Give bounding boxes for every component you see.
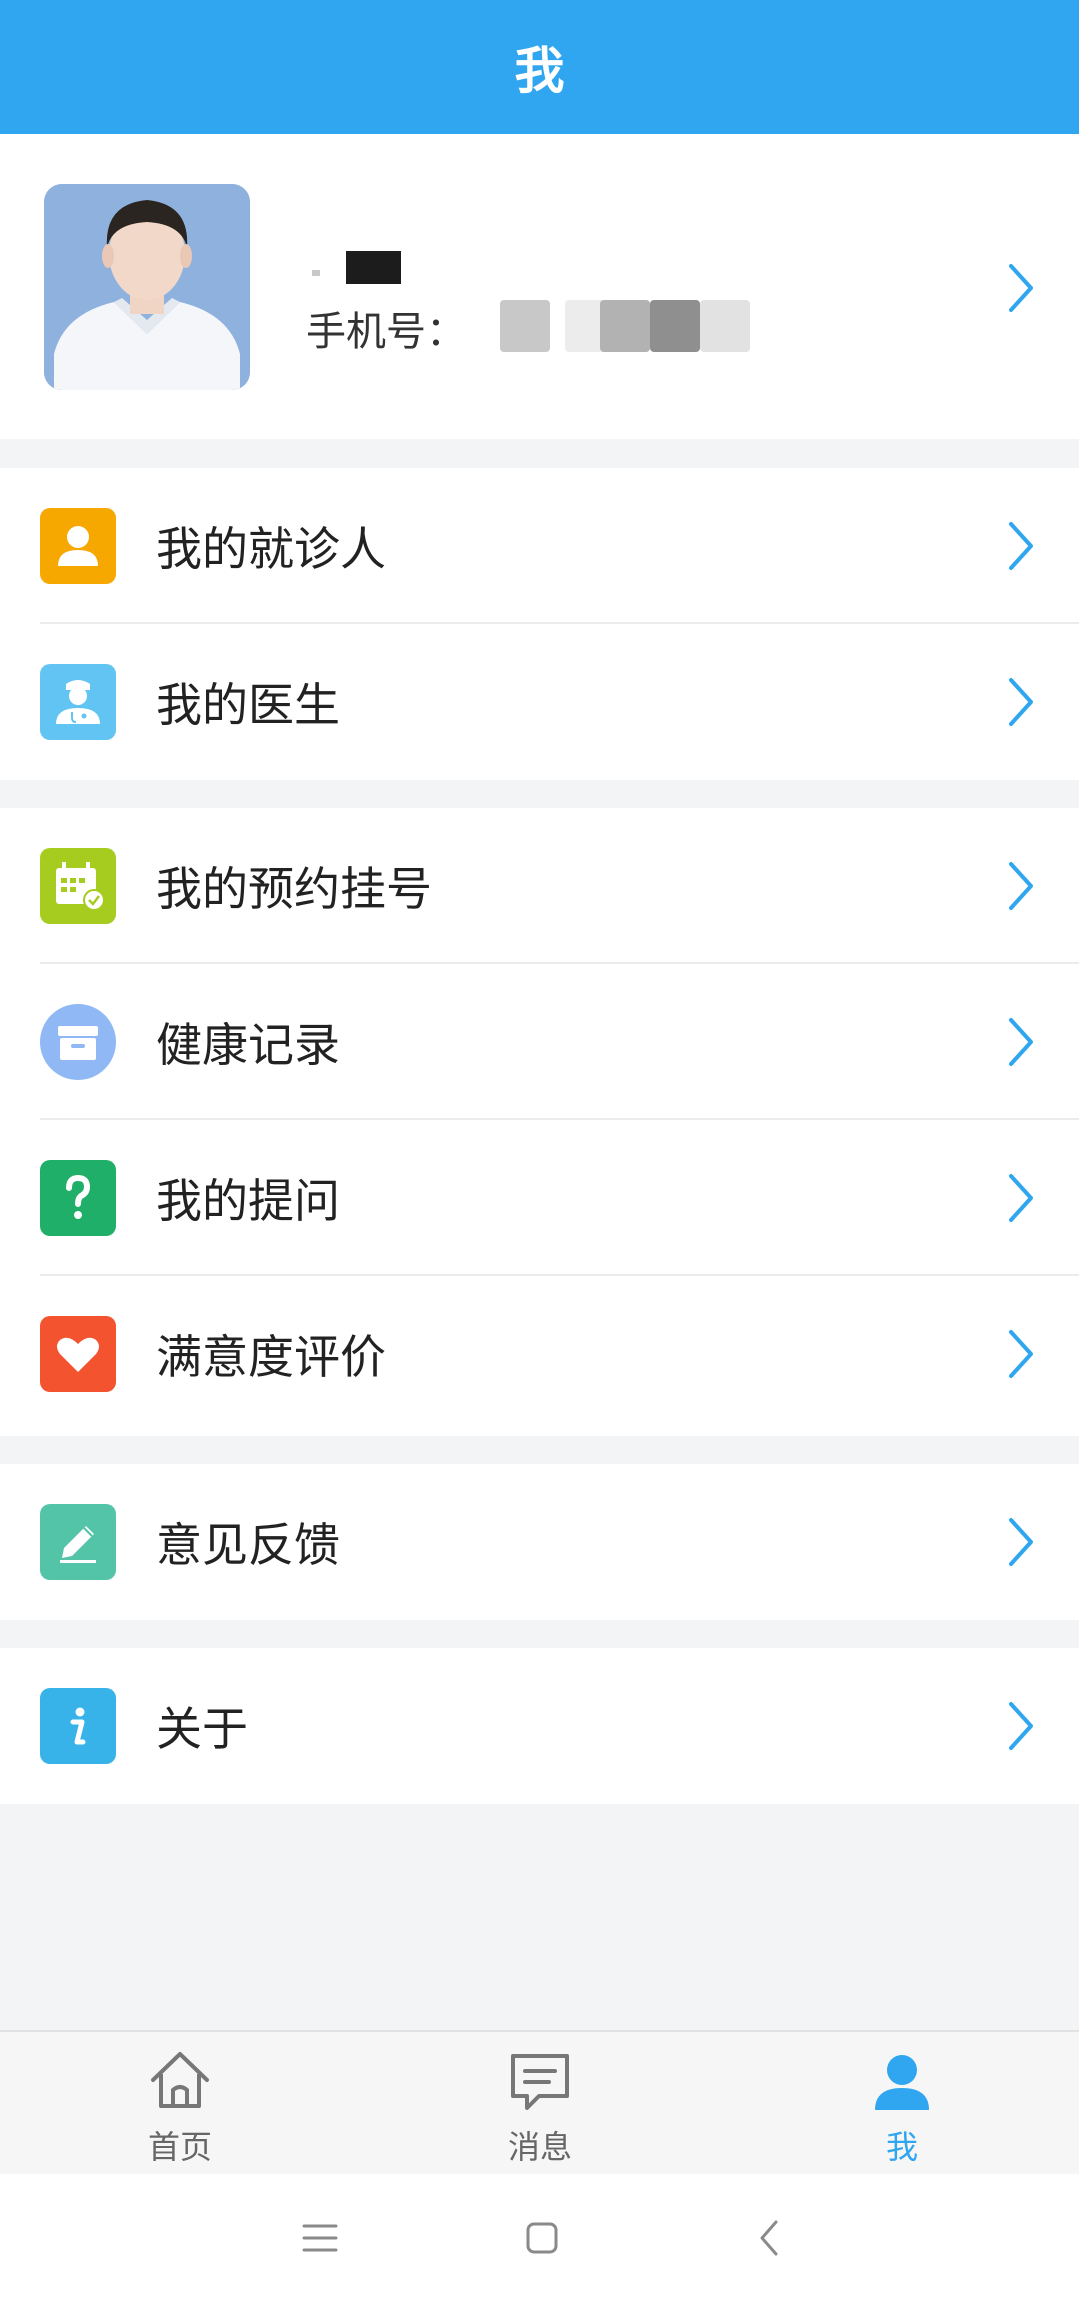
menu-group-patients: 我的就诊人 我的医生 (0, 468, 1079, 780)
chevron-right-icon (1003, 1172, 1039, 1224)
menu-item-label: 满意度评价 (156, 1330, 386, 1384)
menu-item-label: 我的预约挂号 (156, 862, 432, 916)
chevron-right-icon (1003, 1516, 1039, 1568)
phone-redacted-3 (600, 300, 650, 352)
page-title: 我 (514, 42, 565, 100)
menu-group-about: 关于 (0, 1648, 1079, 1804)
menu-item-satisfaction-rating[interactable]: 满意度评价 (0, 1276, 1079, 1432)
doctor-avatar-icon (44, 184, 250, 390)
tab-label: 消息 (507, 2128, 572, 2166)
profile-card[interactable]: 手机号： (0, 134, 1079, 439)
menu-item-about[interactable]: 关于 (0, 1648, 1079, 1804)
app-root: 我 手机号： 我的就诊人 我的医生 我的预约挂号 健康记录 我的提问 满意度评价… (0, 0, 1079, 2302)
menu-item-label: 我的医生 (156, 678, 340, 732)
chevron-right-icon (1003, 520, 1039, 572)
bottom-tab-bar: 首页 消息 我 (0, 2030, 1079, 2174)
home-icon (145, 2046, 215, 2116)
chevron-right-icon (1003, 1016, 1039, 1068)
menu-item-label: 我的就诊人 (156, 522, 386, 576)
doctor-icon (40, 664, 116, 740)
menu-item-label: 关于 (156, 1702, 248, 1756)
header-bar: 我 (0, 0, 1079, 134)
tab-label: 首页 (147, 2128, 212, 2166)
menu-item-feedback[interactable]: 意见反馈 (0, 1464, 1079, 1620)
tab-messages[interactable]: 消息 (430, 2032, 650, 2176)
menu-item-label: 意见反馈 (156, 1518, 340, 1572)
menu-item-label: 健康记录 (156, 1018, 340, 1072)
pencil-icon (40, 1504, 116, 1580)
phone-redacted-4 (650, 300, 700, 352)
menu-item-my-appointments[interactable]: 我的预约挂号 (0, 808, 1079, 964)
menu-item-my-doctors[interactable]: 我的医生 (0, 624, 1079, 780)
menu-item-my-patients[interactable]: 我的就诊人 (0, 468, 1079, 624)
info-icon (40, 1688, 116, 1764)
phone-redacted-1 (500, 300, 550, 352)
back-icon[interactable] (740, 2208, 800, 2268)
phone-redacted-2 (565, 300, 605, 352)
tab-home[interactable]: 首页 (70, 2032, 290, 2176)
archive-box-icon (40, 1004, 116, 1080)
menu-group-services: 我的预约挂号 健康记录 我的提问 满意度评价 (0, 808, 1079, 1436)
system-nav-bar (0, 2174, 1079, 2302)
message-icon (505, 2046, 575, 2116)
menu-item-label: 我的提问 (156, 1174, 340, 1228)
avatar (44, 184, 250, 390)
chevron-right-icon (1003, 262, 1039, 314)
heart-icon (40, 1316, 116, 1392)
profile-name-fragment (312, 270, 320, 276)
menu-group-feedback: 意见反馈 (0, 1464, 1079, 1620)
person-icon (40, 508, 116, 584)
menu-item-my-questions[interactable]: 我的提问 (0, 1120, 1079, 1276)
chevron-right-icon (1003, 860, 1039, 912)
phone-label: 手机号： (306, 309, 466, 355)
question-icon (40, 1160, 116, 1236)
tab-me[interactable]: 我 (792, 2032, 1012, 2176)
menu-item-health-records[interactable]: 健康记录 (0, 964, 1079, 1120)
menu-icon[interactable] (290, 2208, 350, 2268)
profile-name-redacted (346, 251, 401, 284)
chevron-right-icon (1003, 1700, 1039, 1752)
phone-redacted-5 (700, 300, 750, 352)
user-icon (867, 2046, 937, 2116)
home-square-icon[interactable] (512, 2208, 572, 2268)
chevron-right-icon (1003, 676, 1039, 728)
chevron-right-icon (1003, 1328, 1039, 1380)
tab-label: 我 (885, 2128, 918, 2166)
calendar-check-icon (40, 848, 116, 924)
